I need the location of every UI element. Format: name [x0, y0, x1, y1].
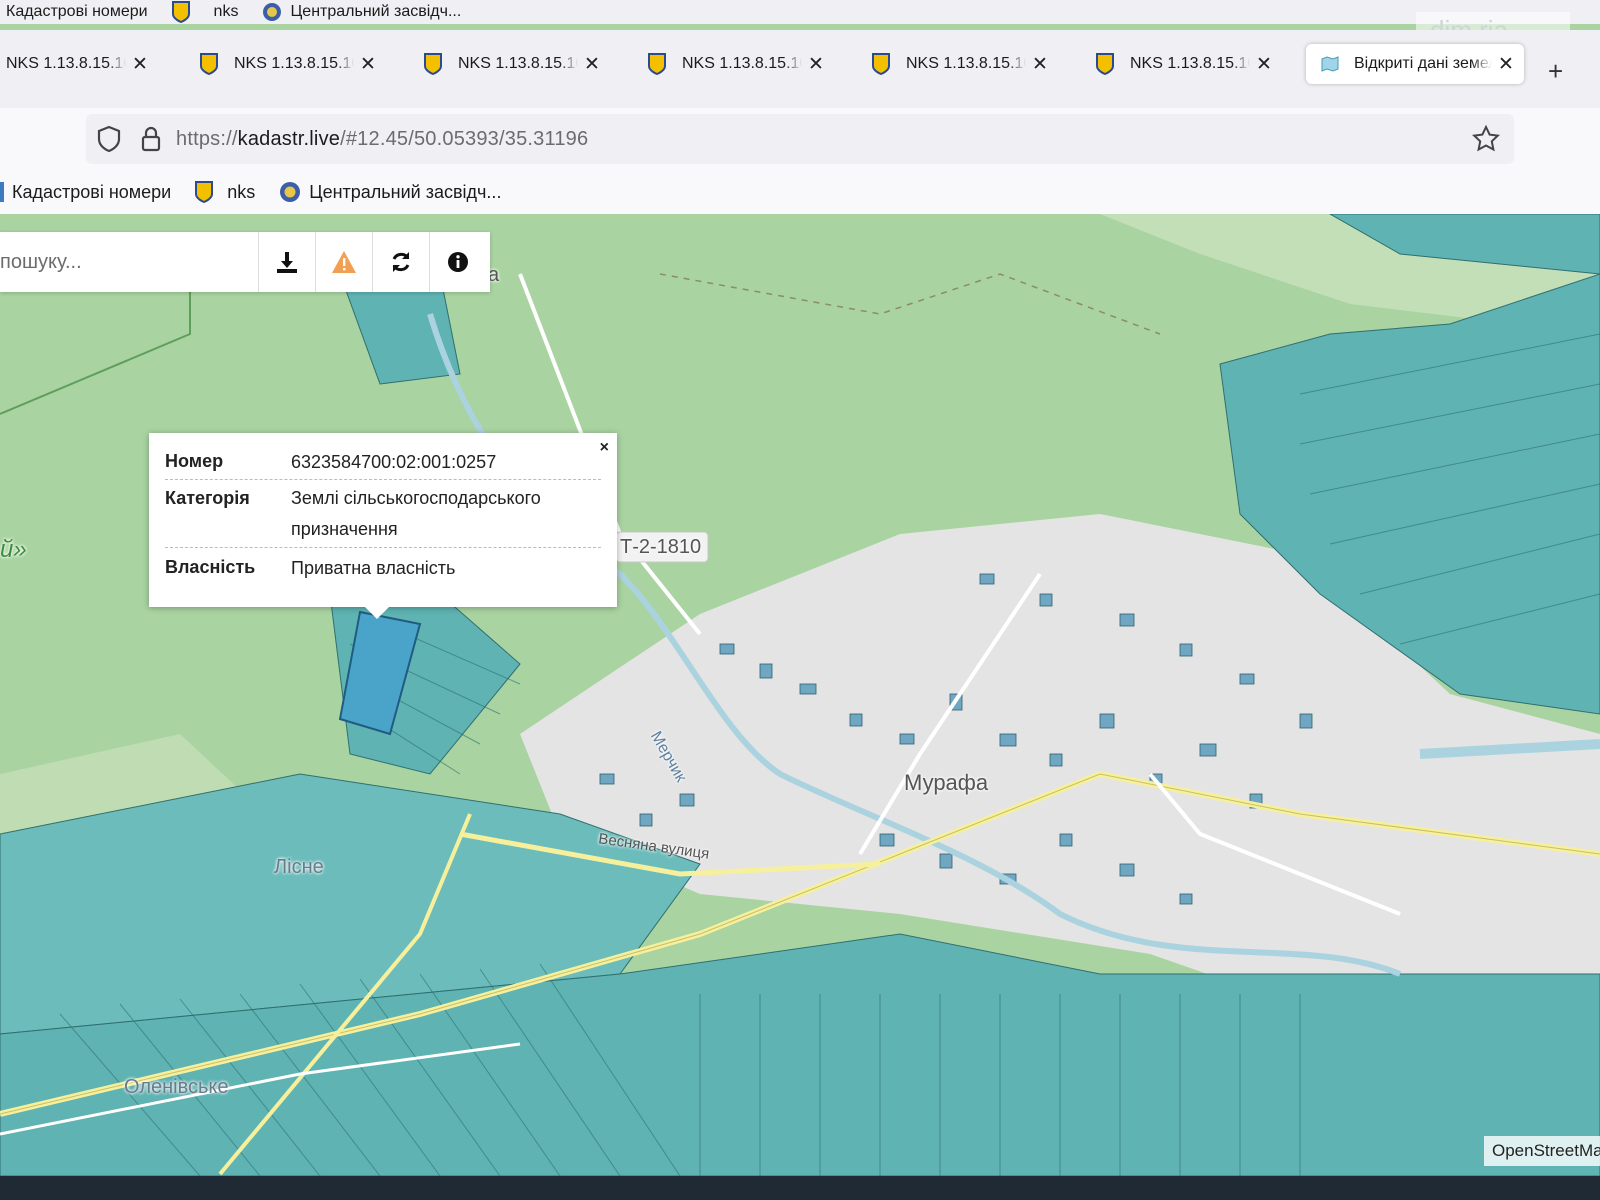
url-text[interactable]: https://kadastr.live/#12.45/50.05393/35.… — [176, 128, 588, 151]
nks-icon — [424, 53, 442, 75]
popup-value: Землі сільськогосподарського призначення — [291, 488, 541, 539]
popup-value: Приватна власність — [291, 558, 456, 578]
close-icon[interactable]: ✕ — [1032, 55, 1048, 74]
divider — [165, 547, 601, 548]
tab-nks-3[interactable]: NKS 1.13.8.15.10 ✕ — [424, 44, 600, 84]
close-icon[interactable]: ✕ — [360, 55, 376, 74]
nks-icon — [195, 181, 214, 203]
bookmark-nks[interactable]: nks — [171, 1, 239, 23]
warning-button[interactable] — [315, 232, 372, 292]
village-label: Лісне — [274, 856, 324, 878]
bookmark-cadastral[interactable]: Кадастрові номери — [6, 3, 148, 21]
popup-key: Номер — [165, 451, 224, 471]
tab-nks-4[interactable]: NKS 1.13.8.15.10 ✕ — [648, 44, 824, 84]
shield-icon[interactable] — [96, 125, 122, 153]
tab-nks-2[interactable]: NKS 1.13.8.15.10 ✕ — [200, 44, 376, 84]
star-icon[interactable] — [1472, 125, 1500, 153]
bookmark-label: Кадастрові номери — [12, 181, 172, 202]
refresh-icon — [392, 252, 410, 272]
close-icon[interactable]: ✕ — [1498, 55, 1514, 74]
parcel-popup: × Номер 6323584700:02:001:0257 Категорія… — [149, 433, 617, 619]
tab-title: NKS 1.13.8.15.10 — [906, 55, 1026, 72]
download-button[interactable] — [258, 232, 315, 292]
nks-icon — [872, 53, 890, 75]
url-host: kadastr.live — [237, 127, 341, 150]
lock-icon[interactable] — [140, 126, 162, 152]
bookmark-nks[interactable]: nks — [195, 181, 255, 203]
town-label: Мурафа — [904, 770, 989, 795]
tab-title: NKS 1.13.8.15.10 — [6, 55, 126, 72]
popup-key: Категорія — [165, 488, 250, 508]
bookmark-label: nks — [227, 181, 256, 202]
popup-row-category: Категорія Землі сільськогосподарського п… — [165, 487, 601, 545]
map-base — [0, 214, 1600, 1176]
close-icon[interactable]: × — [600, 439, 609, 457]
tab-title: Відкриті дані земельного кадастру — [1354, 55, 1492, 72]
new-tab-button[interactable]: + — [1548, 58, 1563, 84]
url-bar[interactable]: https://kadastr.live/#12.45/50.05393/35.… — [86, 114, 1514, 164]
warning-icon — [332, 251, 356, 273]
divider — [165, 479, 601, 480]
road-label: Т-2-1810 — [620, 536, 702, 558]
tab-kadastr-active[interactable]: Відкриті дані земельного кадастру ✕ — [1306, 44, 1524, 84]
bookmarks-bar: Кадастрові номери nks Центральний засвід… — [0, 170, 1600, 215]
bookmark-label: Центральний засвідч... — [290, 3, 462, 20]
nks-icon — [648, 53, 666, 75]
close-icon[interactable]: ✕ — [808, 55, 824, 74]
download-icon — [277, 252, 297, 273]
tab-nks-1[interactable]: NKS 1.13.8.15.10 ✕ — [6, 44, 148, 84]
tab-nks-6[interactable]: NKS 1.13.8.15.10 ✕ — [1096, 44, 1272, 84]
popup-row-number: Номер 6323584700:02:001:0257 — [165, 451, 601, 473]
map-toolbar — [0, 232, 490, 292]
bookmarks-strip-top: Кадастрові номери nks Центральний засвід… — [0, 0, 1600, 24]
bookmark-central[interactable]: Центральний засвідч... — [262, 2, 461, 22]
nks-icon — [1096, 53, 1114, 75]
refresh-button[interactable] — [372, 232, 429, 292]
bookmark-label: nks — [213, 3, 239, 20]
search-input[interactable] — [0, 242, 250, 282]
tab-bar: NKS 1.13.8.15.10 ✕ NKS 1.13.8.15.10 ✕ NKS … — [0, 30, 1600, 108]
village-label: Оленівське — [124, 1076, 229, 1098]
url-path: /#12.45/50.05393/35.31196 — [340, 127, 589, 150]
popup-key: Власність — [165, 557, 256, 577]
tab-title: NKS 1.13.8.15.10 — [458, 55, 578, 72]
bookmark-label: Кадастрові номери — [6, 3, 148, 20]
popup-row-ownership: Власність Приватна власність — [165, 557, 601, 579]
taskbar — [0, 1176, 1600, 1200]
url-scheme: https:// — [176, 127, 238, 150]
bookmark-cadastral[interactable]: Кадастрові номери — [0, 182, 171, 203]
close-icon[interactable]: ✕ — [132, 55, 148, 74]
nks-icon — [171, 1, 190, 23]
info-button[interactable] — [429, 232, 486, 292]
tab-title: NKS 1.13.8.15.10 — [234, 55, 354, 72]
close-icon[interactable]: ✕ — [584, 55, 600, 74]
popup-value: 6323584700:02:001:0257 — [291, 452, 497, 472]
map-canvas[interactable]: Т-2-1810 Мурафа Лісне Оленівське Мерчик … — [0, 214, 1600, 1176]
folder-icon — [0, 182, 4, 202]
bookmark-label: Центральний засвідч... — [309, 181, 502, 202]
map-icon — [1321, 56, 1339, 72]
tab-title: NKS 1.13.8.15.10 — [1130, 55, 1250, 72]
forest-label: й» — [0, 536, 27, 563]
map-attribution[interactable]: OpenStreetMap — [1484, 1136, 1600, 1166]
close-icon[interactable]: ✕ — [1256, 55, 1272, 74]
tab-title: NKS 1.13.8.15.10 — [682, 55, 802, 72]
seal-icon — [263, 3, 282, 21]
info-icon — [448, 252, 468, 272]
nks-icon — [200, 53, 218, 75]
bookmark-central[interactable]: Центральний засвідч... — [279, 181, 501, 203]
tab-nks-5[interactable]: NKS 1.13.8.15.10 ✕ — [872, 44, 1048, 84]
seal-icon — [280, 182, 301, 202]
